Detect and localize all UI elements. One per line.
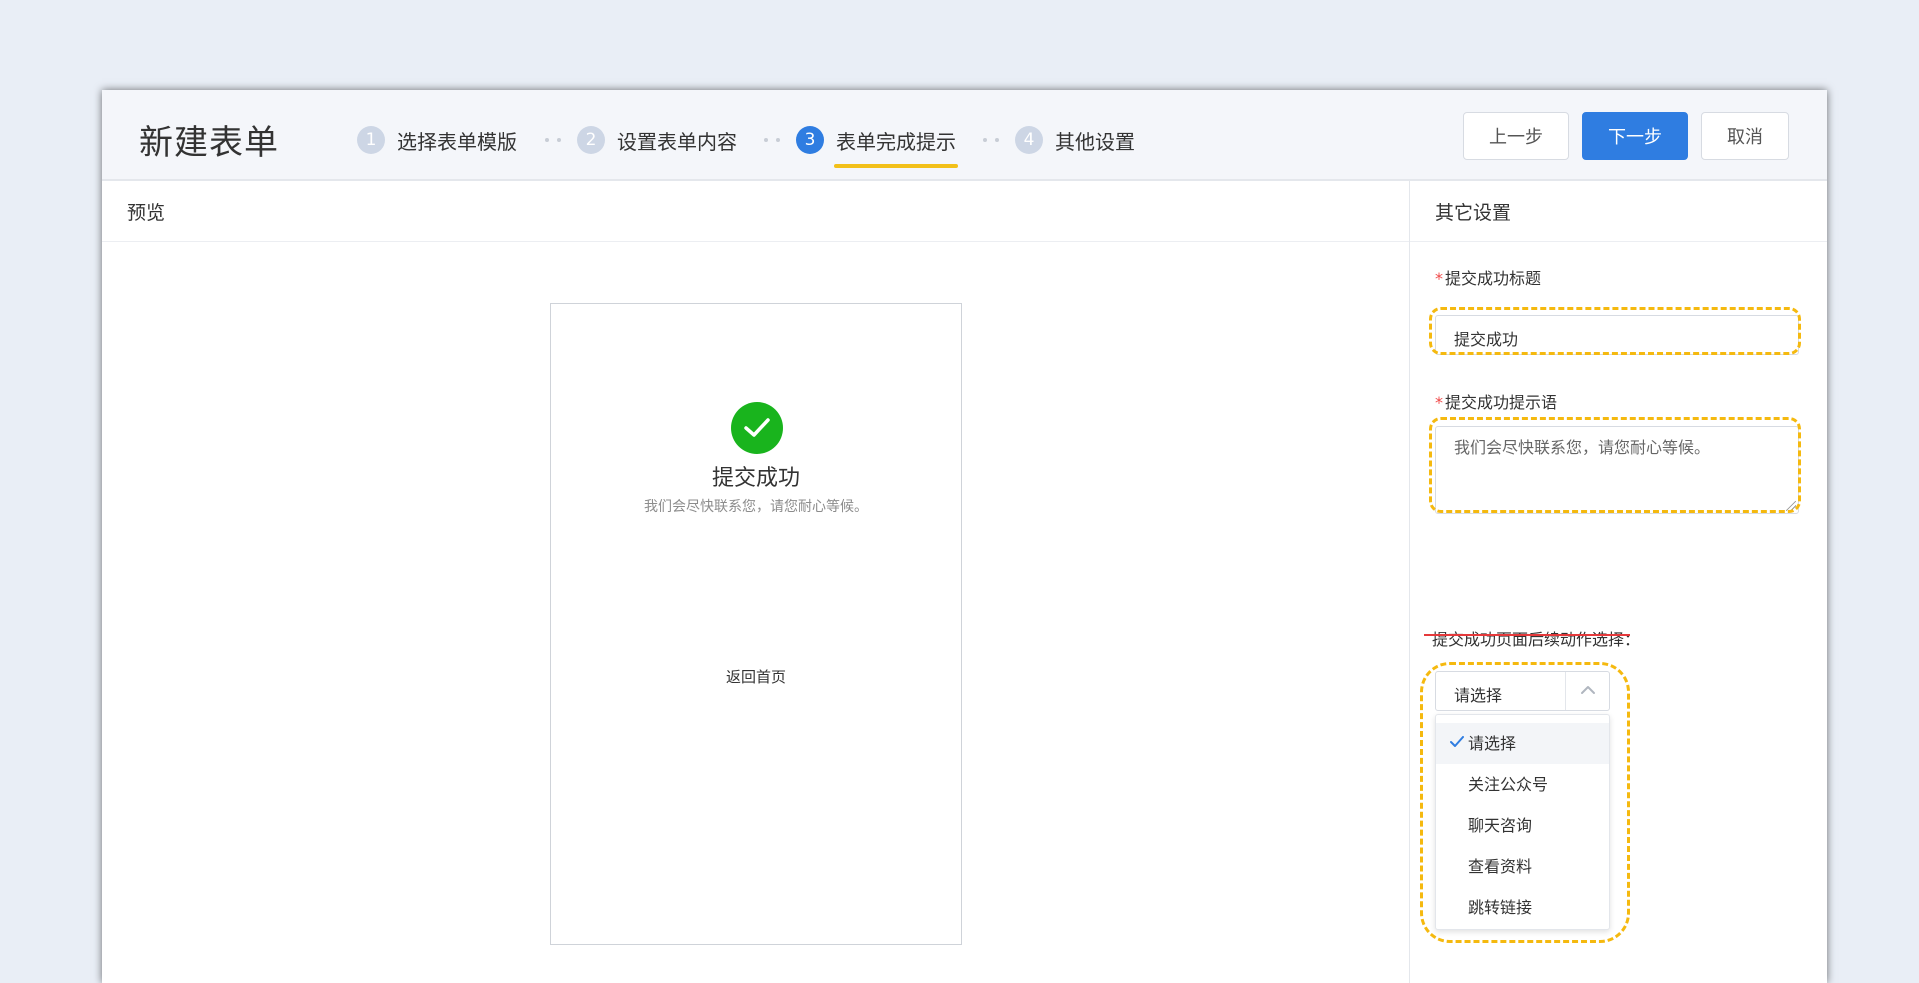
settings-title: 其它设置 xyxy=(1435,202,1512,224)
step-separator xyxy=(983,138,999,142)
success-message: 我们会尽快联系您，请您耐心等候。 xyxy=(644,499,868,515)
step-number: 2 xyxy=(577,126,605,154)
settings-header: 其它设置 xyxy=(1410,181,1827,242)
success-title-input[interactable]: 提交成功 xyxy=(1435,315,1799,355)
step-separator xyxy=(545,138,561,142)
step-other-settings[interactable]: 4 其他设置 xyxy=(1015,120,1135,160)
required-mark: * xyxy=(1435,269,1443,288)
dropdown-option[interactable]: 查看资料 xyxy=(1436,846,1609,887)
step-select-template[interactable]: 1 选择表单模版 xyxy=(357,120,517,160)
step-number: 1 xyxy=(357,126,385,154)
success-tip-label: * 提交成功提示语 xyxy=(1435,393,1558,412)
header-bar: 新建表单 1 选择表单模版 2 设置表单内容 3 表单完成提示 4 其他设置 上… xyxy=(102,90,1827,181)
step-number: 3 xyxy=(796,126,824,154)
preview-panel: 预览 提交成功 我们会尽快联系您，请您耐心等候。 返回首页 xyxy=(102,181,1410,983)
select-value: 请选择 xyxy=(1454,686,1503,705)
preview-title: 预览 xyxy=(127,202,166,224)
required-mark: * xyxy=(1435,393,1443,412)
step-number: 4 xyxy=(1015,126,1043,154)
next-button[interactable]: 下一步 xyxy=(1582,112,1688,160)
step-label: 设置表单内容 xyxy=(617,129,737,154)
back-home-link[interactable]: 返回首页 xyxy=(551,666,961,687)
step-separator xyxy=(764,138,780,142)
step-completion-tip[interactable]: 3 表单完成提示 xyxy=(796,120,958,168)
step-label: 表单完成提示 xyxy=(836,129,956,154)
success-title-label: * 提交成功标题 xyxy=(1435,269,1542,288)
chevron-up-icon[interactable] xyxy=(1565,672,1609,710)
cancel-button[interactable]: 取消 xyxy=(1701,112,1789,160)
prev-button[interactable]: 上一步 xyxy=(1463,112,1569,160)
step-label: 其他设置 xyxy=(1055,129,1135,154)
follow-action-select[interactable]: 请选择 xyxy=(1435,671,1610,711)
step-set-content[interactable]: 2 设置表单内容 xyxy=(577,120,737,160)
follow-action-label: 提交成功页面后续动作选择： xyxy=(1432,630,1641,649)
follow-action-dropdown: 请选择 关注公众号 聊天咨询 查看资料 跳转链接 xyxy=(1435,714,1610,930)
success-title: 提交成功 xyxy=(711,466,800,491)
preview-header: 预览 xyxy=(102,181,1409,242)
phone-preview-frame: 提交成功 我们会尽快联系您，请您耐心等候。 返回首页 xyxy=(550,303,962,945)
new-form-window: 新建表单 1 选择表单模版 2 设置表单内容 3 表单完成提示 4 其他设置 上… xyxy=(102,90,1827,983)
settings-panel: 其它设置 * 提交成功标题 提交成功 * 提交成功提示语 我们会尽快联系您，请您耐心… xyxy=(1410,181,1827,983)
resize-handle[interactable] xyxy=(1786,501,1796,511)
success-tip-text: 我们会尽快联系您，请您耐心等候。 xyxy=(1454,438,1711,457)
dropdown-option[interactable]: 请选择 xyxy=(1436,723,1609,764)
dropdown-option[interactable]: 关注公众号 xyxy=(1436,764,1609,805)
dropdown-option[interactable]: 聊天咨询 xyxy=(1436,805,1609,846)
strike-line xyxy=(1424,634,1630,636)
active-step-underline xyxy=(834,164,958,168)
success-tip-textarea[interactable]: 我们会尽快联系您，请您耐心等候。 xyxy=(1435,426,1799,514)
page-title: 新建表单 xyxy=(139,123,279,163)
dropdown-option[interactable]: 跳转链接 xyxy=(1436,887,1609,928)
check-circle-icon xyxy=(731,402,783,454)
step-label: 选择表单模版 xyxy=(397,129,517,154)
checkmark-icon xyxy=(1450,736,1464,747)
